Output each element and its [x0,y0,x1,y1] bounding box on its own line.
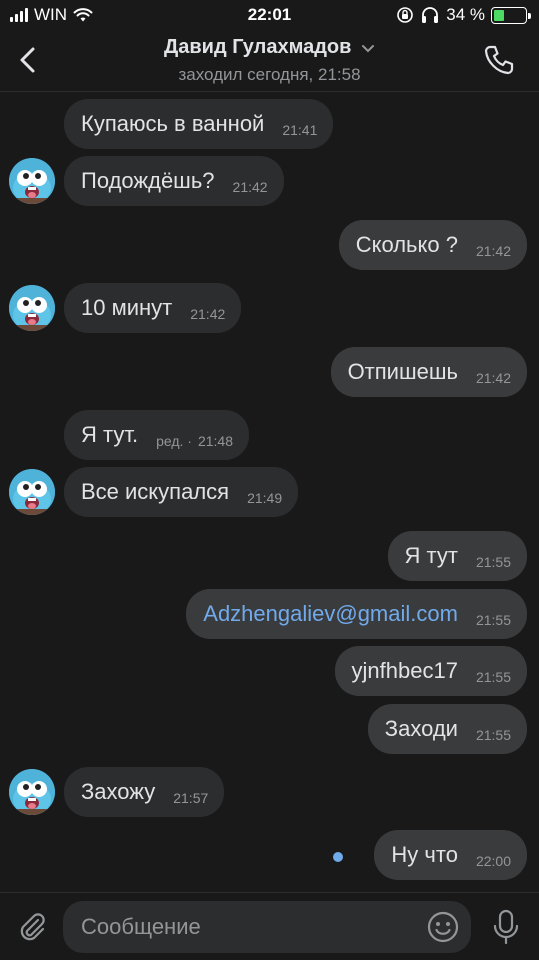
message-bubble[interactable]: Захожу 21:57 [64,767,225,817]
contact-name-text: Давид Гулахмадов [163,36,352,58]
message-bubble[interactable]: Подождёшь? 21:42 [64,156,284,206]
message-incoming[interactable]: 10 минут 21:42 [64,283,242,333]
message-text: 10 минут [81,295,173,320]
status-bar: WIN 22:01 34 % [0,0,539,30]
emoji-icon[interactable] [426,910,460,944]
avatar[interactable] [9,285,55,331]
battery-percent: 34 % [446,5,485,24]
message-time: 21:55 [475,727,511,743]
message-text: Я тут [404,543,458,568]
contact-name[interactable]: Давид Гулахмадов [0,36,539,59]
status-right: 34 % [396,5,531,25]
message-text: Подождёшь? [81,168,215,193]
message-incoming[interactable]: Все искупался 21:49 [64,467,299,517]
email-link[interactable]: Adzhengaliev@gmail.com [203,601,458,627]
battery-fill [494,9,505,21]
message-time: 21:55 [475,669,511,685]
message-bubble[interactable]: yjnfhbec17 21:55 [334,646,527,696]
message-bubble[interactable]: Купаюсь в ванной 21:41 [64,99,334,149]
gumball-avatar-image [9,769,55,815]
message-text: Отпишешь [347,359,458,384]
message-bubble[interactable]: Adzhengaliev@gmail.com 21:55 [186,589,527,639]
message-bubble[interactable]: Ну что 22:00 [374,830,527,880]
message-list[interactable]: Купаюсь в ванной 21:41 Подождёшь? 21:42 … [0,92,539,892]
unread-indicator [333,852,343,862]
message-bubble[interactable]: Все искупался 21:49 [64,467,299,517]
message-bubble[interactable]: Заходи 21:55 [367,704,527,754]
edited-label: ред. · [156,433,192,449]
message-text: yjnfhbec17 [351,658,458,683]
message-bubble[interactable]: Отпишешь 21:42 [330,347,527,397]
message-outgoing[interactable]: Сколько ? 21:42 [338,220,527,270]
message-composer [0,892,539,960]
message-outgoing[interactable]: Я тут 21:55 [387,531,527,581]
message-outgoing[interactable]: Отпишешь 21:42 [330,347,527,397]
message-time: 21:41 [282,122,318,138]
headphones-icon [422,7,439,23]
message-time: 21:42 [190,306,226,322]
message-outgoing[interactable]: Заходи 21:55 [367,704,527,754]
message-incoming[interactable]: Захожу 21:57 [64,767,225,817]
message-outgoing[interactable]: Adzhengaliev@gmail.com 21:55 [186,589,527,639]
chat-header: Давид Гулахмадов заходил сегодня, 21:58 [0,30,539,92]
message-time: 21:48 [197,433,233,449]
message-time: 21:55 [475,612,511,628]
message-incoming[interactable]: Подождёшь? 21:42 [64,156,284,206]
avatar[interactable] [9,158,55,204]
message-bubble[interactable]: Я тут 21:55 [387,531,527,581]
battery-icon [491,6,531,24]
message-text: Ну что [391,842,458,867]
chat-title-area[interactable]: Давид Гулахмадов заходил сегодня, 21:58 [0,36,539,85]
message-input[interactable] [63,901,471,953]
message-text: Все искупался [81,479,230,504]
rotation-lock-icon [397,7,414,23]
message-time: 21:42 [475,243,511,259]
avatar[interactable] [9,469,55,515]
chevron-down-icon [362,44,375,53]
message-bubble[interactable]: Сколько ? 21:42 [338,220,527,270]
microphone-icon[interactable] [488,907,524,947]
message-time: 21:55 [475,554,511,570]
message-outgoing[interactable]: Ну что 22:00 [374,830,527,880]
avatar[interactable] [9,769,55,815]
message-incoming[interactable]: Я тут. ред. · 21:48 [64,410,249,460]
message-outgoing[interactable]: yjnfhbec17 21:55 [334,646,527,696]
message-time: 21:57 [173,790,209,806]
message-text: Заходи [384,716,458,741]
message-incoming[interactable]: Купаюсь в ванной 21:41 [64,99,334,149]
message-text: Купаюсь в ванной [81,111,265,136]
phone-icon[interactable] [481,42,517,78]
message-bubble[interactable]: Я тут. ред. · 21:48 [64,410,249,460]
message-text: Я тут. [81,422,139,447]
gumball-avatar-image [9,285,55,331]
last-seen-status: заходил сегодня, 21:58 [178,65,361,84]
gumball-avatar-image [9,469,55,515]
message-time: 21:42 [475,370,511,386]
message-time: 21:42 [232,179,268,195]
message-time: 21:49 [247,490,283,506]
message-time: 22:00 [475,853,511,869]
message-text: Захожу [81,779,156,804]
paperclip-icon[interactable] [14,909,50,945]
message-text: Сколько ? [355,232,458,257]
message-bubble[interactable]: 10 минут 21:42 [64,283,242,333]
gumball-avatar-image [9,158,55,204]
